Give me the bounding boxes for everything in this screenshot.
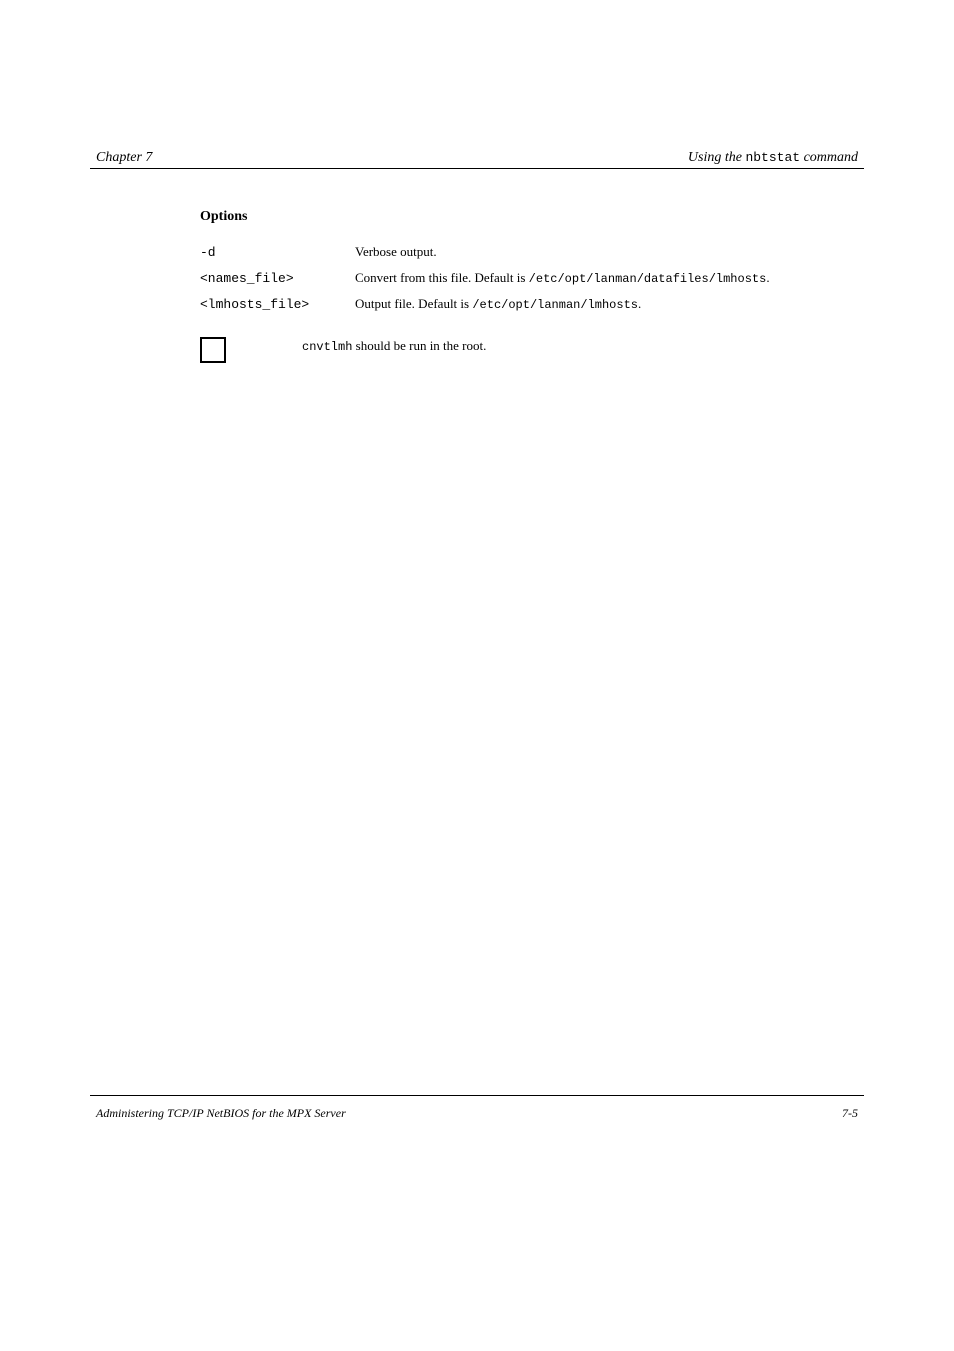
footer-rule (90, 1095, 864, 1096)
note-mono: cnvtlmh (302, 340, 352, 354)
option-flag: <lmhosts_file> (200, 297, 355, 312)
note-icon (200, 337, 226, 363)
option-desc: Output file. Default is /etc/opt/lanman/… (355, 295, 641, 313)
content-block: Options -d Verbose output. <names_file> … (90, 209, 864, 363)
option-row: <lmhosts_file> Output file. Default is /… (200, 295, 864, 313)
option-row: <names_file> Convert from this file. Def… (200, 269, 864, 287)
heading-prefix: Using the (688, 150, 746, 165)
note-text: cnvtlmh should be run in the root. (302, 337, 486, 355)
note-suffix: should be run in the root. (352, 338, 486, 353)
option-flag: -d (200, 245, 355, 260)
option-row: -d Verbose output. (200, 243, 864, 261)
page-number: 7-5 (842, 1106, 858, 1121)
option-desc: Convert from this file. Default is /etc/… (355, 269, 770, 287)
footer: Administering TCP/IP NetBIOS for the MPX… (90, 1095, 864, 1121)
heading-suffix: command (800, 150, 858, 165)
option-flag: <names_file> (200, 271, 355, 286)
option-desc-mono: /etc/opt/lanman/datafiles/lmhosts (529, 272, 767, 286)
chapter-label: Chapter 7 (96, 150, 152, 166)
footer-title: Administering TCP/IP NetBIOS for the MPX… (96, 1106, 346, 1121)
option-desc-post: . (638, 296, 641, 311)
command-heading: Using the nbtstat command (688, 150, 858, 166)
option-desc: Verbose output. (355, 243, 437, 261)
options-heading: Options (200, 209, 864, 225)
option-desc-pre: Convert from this file. Default is (355, 270, 529, 285)
heading-command: nbtstat (745, 150, 800, 165)
option-desc-mono: /etc/opt/lanman/lmhosts (472, 298, 638, 312)
note-row: cnvtlmh should be run in the root. (200, 337, 864, 363)
option-desc-post: . (766, 270, 769, 285)
option-desc-pre: Output file. Default is (355, 296, 472, 311)
header-rule (90, 168, 864, 169)
